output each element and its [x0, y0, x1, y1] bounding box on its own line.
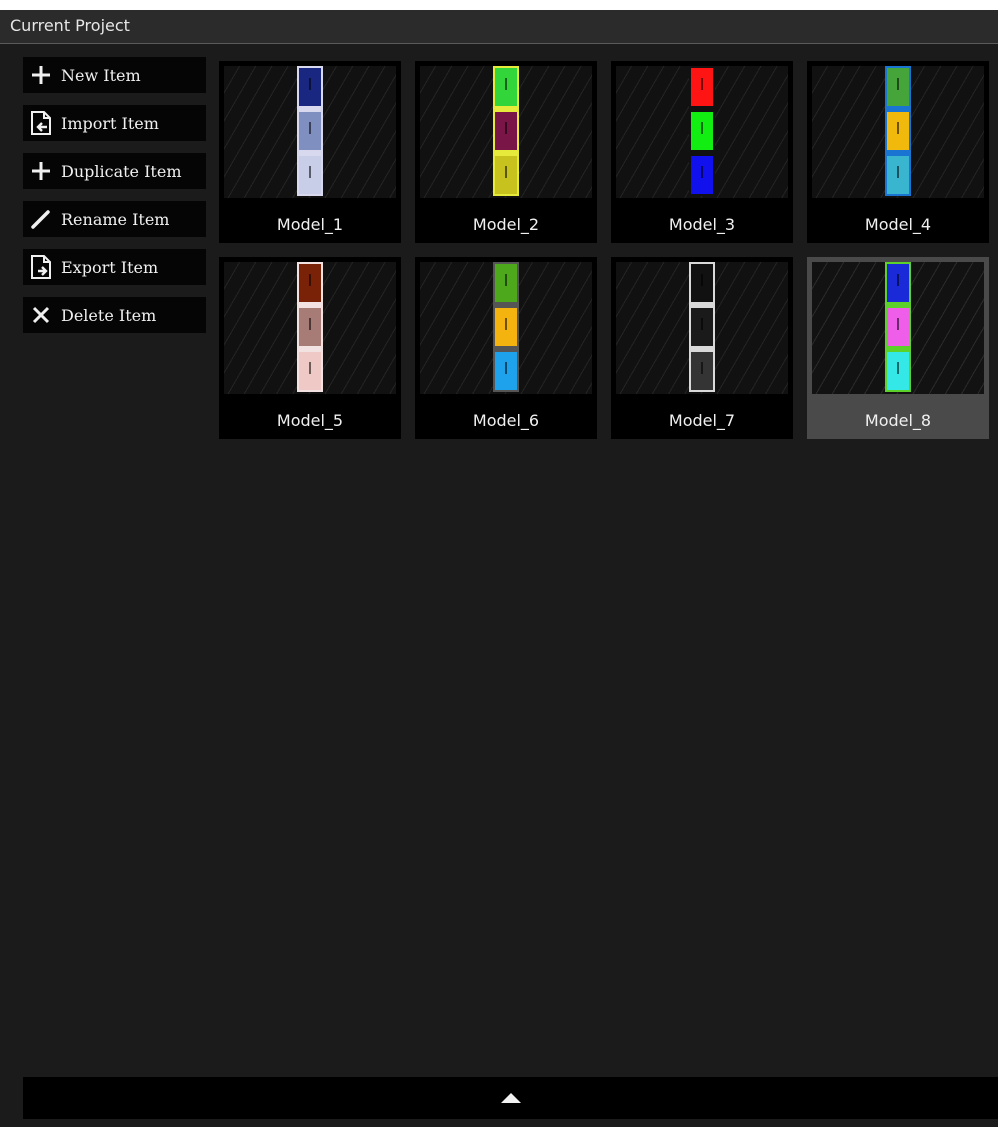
- model-thumbnail: [420, 262, 592, 394]
- duplicate-item-button[interactable]: Duplicate Item: [23, 153, 206, 189]
- export-item-label: Export Item: [61, 257, 159, 277]
- color-swatch: [691, 112, 713, 150]
- model-tile[interactable]: Model_3: [611, 61, 793, 243]
- model-thumbnail: [812, 66, 984, 198]
- color-swatch: [887, 68, 909, 106]
- model-label: Model_5: [276, 411, 344, 430]
- color-swatch: [691, 352, 713, 390]
- color-swatch-stack: [297, 262, 323, 392]
- current-project-panel: Current Project New Item Import Item Dup…: [0, 10, 998, 1127]
- color-swatch-stack: [297, 66, 323, 196]
- color-swatch: [299, 264, 321, 302]
- rename-item-label: Rename Item: [61, 209, 170, 229]
- color-swatch: [299, 308, 321, 346]
- color-swatch: [495, 308, 517, 346]
- color-swatch: [887, 156, 909, 194]
- model-label: Model_7: [668, 411, 736, 430]
- import-item-button[interactable]: Import Item: [23, 105, 206, 141]
- color-swatch: [887, 112, 909, 150]
- color-swatch: [691, 156, 713, 194]
- panel-title: Current Project: [10, 16, 130, 35]
- model-tile[interactable]: Model_8: [807, 257, 989, 439]
- model-tile[interactable]: Model_7: [611, 257, 793, 439]
- color-swatch: [887, 352, 909, 390]
- color-swatch-stack: [885, 66, 911, 196]
- rename-item-button[interactable]: Rename Item: [23, 201, 206, 237]
- expand-panel-button[interactable]: [23, 1077, 998, 1119]
- model-label: Model_3: [668, 215, 736, 234]
- export-item-button[interactable]: Export Item: [23, 249, 206, 285]
- model-tile[interactable]: Model_2: [415, 61, 597, 243]
- color-swatch: [887, 308, 909, 346]
- import-item-label: Import Item: [61, 113, 159, 133]
- model-label: Model_6: [472, 411, 540, 430]
- model-tile[interactable]: Model_1: [219, 61, 401, 243]
- panel-title-bar: Current Project: [0, 10, 998, 44]
- close-icon: [23, 297, 59, 333]
- pencil-icon: [23, 201, 59, 237]
- chevron-up-icon: [500, 1089, 522, 1108]
- color-swatch: [495, 156, 517, 194]
- new-item-button[interactable]: New Item: [23, 57, 206, 93]
- color-swatch: [691, 308, 713, 346]
- new-item-label: New Item: [61, 65, 141, 85]
- color-swatch: [495, 68, 517, 106]
- color-swatch-stack: [885, 262, 911, 392]
- color-swatch-stack: [493, 66, 519, 196]
- model-tile[interactable]: Model_5: [219, 257, 401, 439]
- color-swatch-stack: [689, 262, 715, 392]
- plus-icon: [23, 153, 59, 189]
- color-swatch-stack: [689, 66, 715, 196]
- color-swatch: [691, 264, 713, 302]
- plus-icon: [23, 57, 59, 93]
- model-thumbnail: [616, 66, 788, 198]
- import-file-icon: [23, 105, 59, 141]
- model-label: Model_2: [472, 215, 540, 234]
- delete-item-label: Delete Item: [61, 305, 157, 325]
- color-swatch: [299, 68, 321, 106]
- model-thumbnail: [616, 262, 788, 394]
- duplicate-item-label: Duplicate Item: [61, 161, 182, 181]
- color-swatch: [495, 112, 517, 150]
- color-swatch: [887, 264, 909, 302]
- action-list: New Item Import Item Duplicate Item Rena…: [23, 57, 206, 345]
- color-swatch: [299, 352, 321, 390]
- model-thumbnail: [224, 262, 396, 394]
- color-swatch: [691, 68, 713, 106]
- model-thumbnail: [812, 262, 984, 394]
- model-thumbnail: [420, 66, 592, 198]
- model-thumbnail: [224, 66, 396, 198]
- model-tile[interactable]: Model_6: [415, 257, 597, 439]
- model-label: Model_8: [864, 411, 932, 430]
- color-swatch: [299, 156, 321, 194]
- model-label: Model_4: [864, 215, 932, 234]
- export-file-icon: [23, 249, 59, 285]
- model-label: Model_1: [276, 215, 344, 234]
- delete-item-button[interactable]: Delete Item: [23, 297, 206, 333]
- color-swatch: [495, 264, 517, 302]
- model-tile[interactable]: Model_4: [807, 61, 989, 243]
- color-swatch: [299, 112, 321, 150]
- color-swatch-stack: [493, 262, 519, 392]
- color-swatch: [495, 352, 517, 390]
